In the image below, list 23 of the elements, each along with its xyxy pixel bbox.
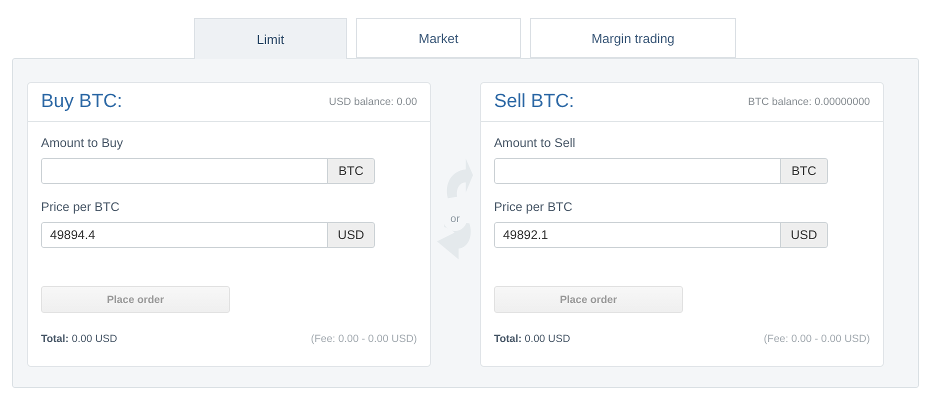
- unit-addon: BTC: [780, 158, 828, 184]
- total-label: Total: 0.00 USD: [494, 333, 570, 345]
- tab[interactable]: Market: [356, 18, 521, 58]
- card-title: Sell BTC:: [494, 91, 574, 113]
- input-field[interactable]: 49894.4: [41, 222, 328, 248]
- unit-addon: USD: [328, 222, 375, 248]
- field-label: Amount to Sell: [494, 136, 576, 150]
- balance-label: BTC balance: 0.00000000: [748, 96, 870, 108]
- input-field[interactable]: 49892.1: [494, 222, 781, 248]
- field-label: Price per BTC: [41, 200, 120, 214]
- fee-label: (Fee: 0.00 - 0.00 USD): [310, 333, 418, 345]
- field-label: Amount to Buy: [41, 136, 124, 150]
- total-label: Total: 0.00 USD: [41, 333, 118, 345]
- field-label: Price per BTC: [494, 200, 574, 214]
- input-field[interactable]: [494, 158, 781, 184]
- unit-addon: BTC: [328, 158, 375, 184]
- tab[interactable]: Limit: [194, 18, 347, 59]
- tab[interactable]: Margin trading: [530, 18, 736, 58]
- input-field[interactable]: [41, 158, 328, 184]
- fee-label: (Fee: 0.00 - 0.00 USD): [764, 333, 870, 345]
- balance-label: USD balance: 0.00: [328, 96, 418, 108]
- unit-addon: USD: [780, 222, 828, 248]
- card-title: Buy BTC:: [41, 91, 122, 113]
